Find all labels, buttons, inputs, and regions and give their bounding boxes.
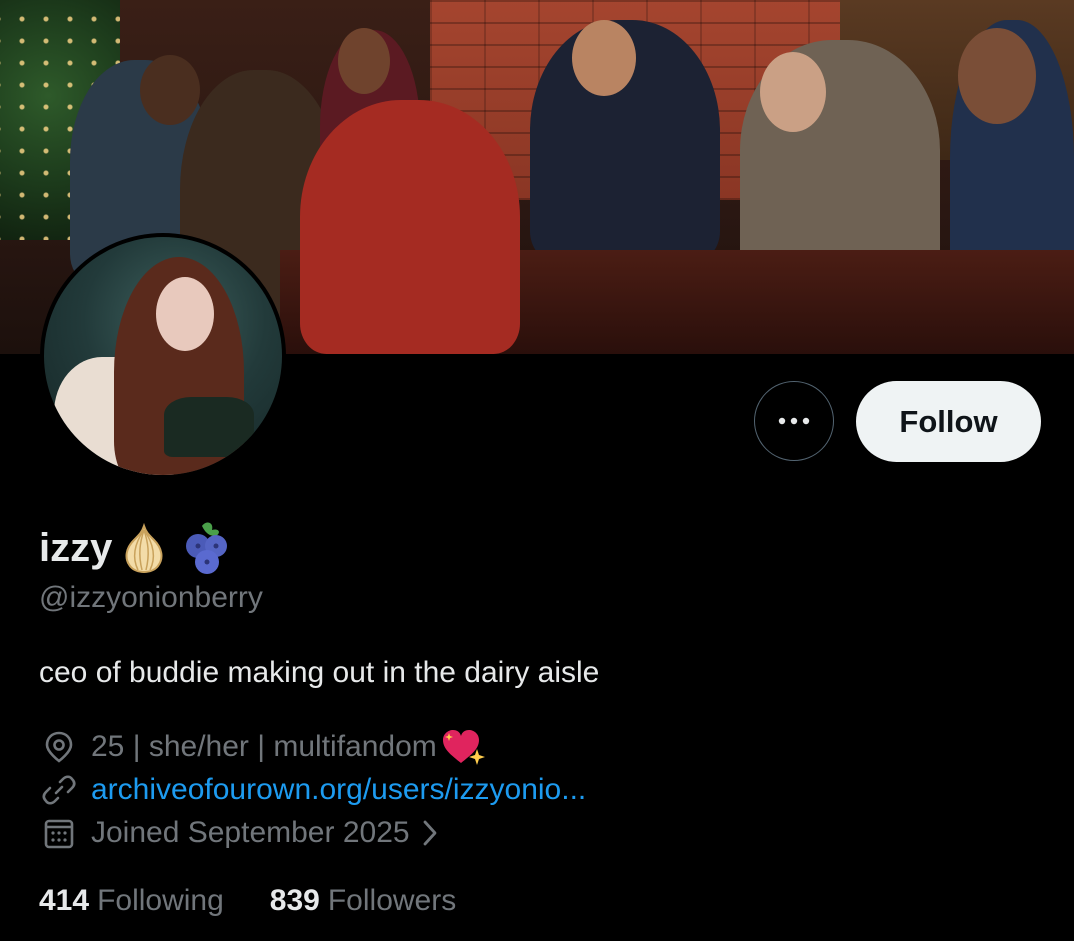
followers-label: Followers <box>327 884 457 917</box>
follow-button[interactable]: Follow <box>856 381 1041 462</box>
more-dots-icon <box>778 417 810 425</box>
profile-stats: 414 Following 839 Followers <box>39 884 456 918</box>
profile-joined[interactable]: Joined September 2025 <box>39 813 440 853</box>
joined-text: Joined September 2025 <box>91 816 410 849</box>
onion-icon <box>125 522 163 573</box>
profile-location: 25 | she/her | multifandom <box>39 727 485 767</box>
calendar-icon <box>39 813 79 853</box>
display-name-text: izzy <box>39 525 113 570</box>
link-icon <box>39 770 79 810</box>
location-pin-icon <box>39 727 79 767</box>
follow-button-label: Follow <box>899 403 998 439</box>
avatar[interactable] <box>40 233 286 479</box>
user-bio: ceo of buddie making out in the dairy ai… <box>39 656 600 689</box>
location-text: 25 | she/her | multifandom <box>91 730 437 763</box>
sparkling-heart-icon <box>442 730 485 765</box>
following-stat[interactable]: 414 Following <box>39 884 224 918</box>
followers-count: 839 <box>269 884 320 917</box>
display-name: izzy <box>39 518 236 578</box>
more-options-button[interactable] <box>754 381 834 461</box>
user-handle: @izzyonionberry <box>39 581 263 614</box>
profile-website[interactable]: archiveofourown.org/users/izzyonio... <box>39 770 586 810</box>
following-label: Following <box>97 884 224 917</box>
avatar-image <box>44 237 282 475</box>
blueberry-icon <box>186 522 228 574</box>
website-link[interactable]: archiveofourown.org/users/izzyonio... <box>91 773 586 807</box>
chevron-right-icon <box>423 820 436 846</box>
following-count: 414 <box>39 884 90 917</box>
followers-stat[interactable]: 839 Followers <box>270 884 456 918</box>
